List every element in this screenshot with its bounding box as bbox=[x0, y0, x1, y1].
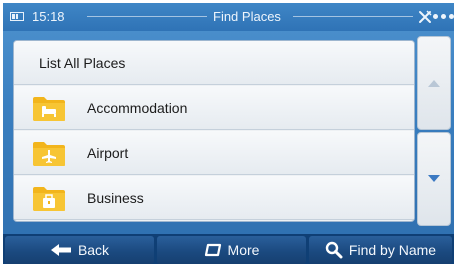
navigation-screen: 15:18 Find Places List All Places Accomm… bbox=[3, 3, 454, 264]
list-item-label: Business bbox=[87, 189, 144, 206]
back-button[interactable]: Back bbox=[5, 236, 154, 264]
status-divider-right bbox=[293, 16, 413, 17]
arrow-left-icon bbox=[50, 244, 71, 256]
scroll-controls bbox=[417, 36, 451, 226]
satellite-off-icon bbox=[419, 10, 432, 23]
briefcase-folder-icon bbox=[32, 184, 66, 212]
airplane-folder-icon bbox=[32, 139, 66, 167]
places-list: List All Places Accommodation Airport Bu… bbox=[13, 40, 415, 222]
back-label: Back bbox=[77, 242, 110, 258]
list-item-business[interactable]: Business bbox=[14, 176, 414, 220]
list-item-label: List All Places bbox=[39, 54, 126, 71]
bed-folder-icon bbox=[32, 94, 66, 122]
arrow-up-icon bbox=[428, 80, 440, 87]
more-label: More bbox=[227, 242, 260, 258]
list-item-label: Airport bbox=[87, 144, 129, 161]
find-by-name-button[interactable]: Find by Name bbox=[309, 236, 452, 264]
more-button[interactable]: More bbox=[157, 236, 306, 264]
more-dots-icon[interactable] bbox=[433, 14, 454, 19]
list-item-list-all-places[interactable]: List All Places bbox=[14, 41, 414, 85]
page-title: Find Places bbox=[213, 9, 281, 24]
more-icon bbox=[204, 243, 221, 257]
list-item-label: Accommodation bbox=[87, 99, 188, 116]
arrow-down-icon bbox=[428, 175, 440, 182]
list-item-airport[interactable]: Airport bbox=[14, 131, 414, 175]
scroll-up-button[interactable] bbox=[417, 36, 451, 130]
search-icon bbox=[325, 241, 343, 259]
status-divider-left bbox=[87, 16, 207, 17]
scroll-down-button[interactable] bbox=[417, 132, 451, 226]
bottom-toolbar: Back More Find by Name bbox=[3, 234, 454, 264]
status-time: 15:18 bbox=[32, 9, 65, 24]
find-by-name-label: Find by Name bbox=[348, 242, 437, 258]
status-bar: 15:18 Find Places bbox=[3, 3, 454, 31]
list-item-accommodation[interactable]: Accommodation bbox=[14, 86, 414, 130]
battery-icon bbox=[10, 12, 24, 21]
